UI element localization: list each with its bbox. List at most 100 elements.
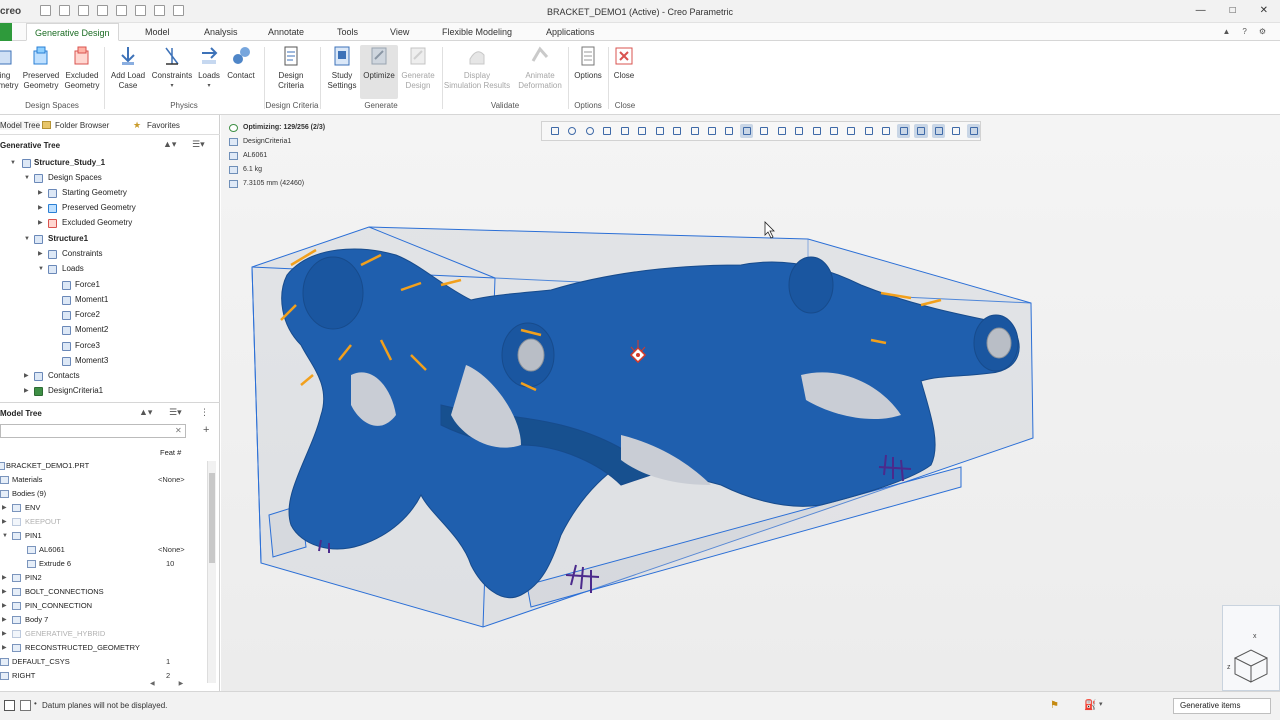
bracket-model[interactable]	[221, 115, 1280, 691]
tab-applications[interactable]: Applications	[538, 23, 603, 41]
tab-model-tree[interactable]: Model Tree	[0, 121, 41, 130]
ribbon-collapse-icon[interactable]: ▲	[1222, 27, 1230, 36]
model-tree-row[interactable]: BRACKET_DEMO1.PRT	[0, 459, 208, 473]
message-log-icon[interactable]	[4, 700, 15, 711]
model-tree-settings-icon[interactable]: ☰▾	[169, 407, 182, 418]
ribbon: ing ometry Preserved Geometry Excluded G…	[0, 41, 1280, 115]
tab-view[interactable]: View	[382, 23, 417, 41]
selection-filter-dropdown-icon[interactable]: ▾	[1099, 700, 1103, 708]
model-tree-row[interactable]: ▶ KEEPOUT	[0, 515, 208, 529]
feat-number-column-header[interactable]: Feat #	[160, 448, 181, 457]
design-criteria-icon	[34, 387, 43, 396]
body-icon	[12, 588, 21, 596]
close-button[interactable]: Close	[610, 45, 638, 81]
bullet-icon: •	[34, 699, 37, 708]
preserved-geometry-button[interactable]: Preserved Geometry	[20, 45, 62, 91]
tab-tools[interactable]: Tools	[329, 23, 366, 41]
starting-geometry-icon	[48, 189, 57, 198]
tab-favorites[interactable]: Favorites	[147, 121, 180, 130]
add-column-icon[interactable]: +	[203, 424, 209, 436]
tree-settings-icon[interactable]: ☰▾	[192, 139, 205, 150]
add-load-case-button[interactable]: Add Load Case	[108, 45, 148, 91]
group-validate: Validate	[490, 101, 520, 110]
body-icon	[12, 616, 21, 624]
row-label: Materials	[12, 475, 43, 484]
group-options: Options	[574, 101, 602, 110]
maximize-icon[interactable]: □	[1230, 5, 1236, 16]
model-tree-row[interactable]: ▼Bodies (9)	[0, 487, 208, 501]
loads-dropdown-icon[interactable]: ▾	[196, 81, 222, 91]
left-panel: Model Tree Folder Browser ★ Favorites Ge…	[0, 115, 220, 691]
model-tree-row[interactable]: ▶ PIN2	[0, 571, 208, 585]
model-tree-row[interactable]: ▶ RECONSTRUCTED_GEOMETRY	[0, 641, 208, 655]
tab-annotate[interactable]: Annotate	[260, 23, 312, 41]
minimize-icon[interactable]: —	[1196, 5, 1206, 16]
optimize-button[interactable]: Optimize	[360, 45, 398, 99]
selection-filter-icon[interactable]: ⛽	[1084, 700, 1096, 711]
model-tree-columns-icon[interactable]: ⋮	[200, 407, 209, 418]
tree-filters-icon[interactable]: ▲▾	[163, 139, 176, 150]
model-tree-row[interactable]: ▼ PIN1	[0, 529, 208, 543]
tab-file[interactable]	[0, 23, 12, 41]
generative-tree-heading: Generative Tree	[0, 141, 61, 150]
excluded-geometry-button[interactable]: Excluded Geometry	[62, 45, 102, 91]
model-tree-row[interactable]: DEFAULT_CSYS 1	[0, 655, 208, 669]
loads-folder-icon	[48, 265, 57, 274]
help-icon[interactable]: ?	[1242, 27, 1246, 36]
model-tree-row[interactable]: ▶ Body 7	[0, 613, 208, 627]
model-tree-row[interactable]: AL6061 <None>	[0, 543, 208, 557]
model-tree-row[interactable]: ▶ GENERATIVE_HYBRID	[0, 627, 208, 641]
model-tree-horizontal-scrollbar[interactable]: ◀ ▶	[150, 680, 210, 688]
constraints-label: Constraints	[151, 71, 193, 80]
model-tree-row[interactable]: Extrude 6 10	[0, 557, 208, 571]
close-x-icon	[614, 45, 634, 67]
model-tree-row[interactable]: ▶ BOLT_CONNECTIONS	[0, 585, 208, 599]
design-spaces-icon	[34, 174, 43, 183]
display-simulation-results-button[interactable]: Display Simulation Results	[442, 45, 512, 91]
clear-search-icon[interactable]: ✕	[175, 426, 182, 435]
ribbon-tabs: Generative Design Model Analysis Annotat…	[0, 23, 1280, 41]
generate-design-icon	[408, 45, 428, 67]
row-value: 10	[166, 559, 175, 568]
notification-flag-icon[interactable]: ⚑	[1050, 700, 1061, 711]
options-button[interactable]: Options	[572, 45, 604, 81]
tree-label: Moment2	[75, 325, 109, 334]
starting-geometry-button[interactable]: ing ometry	[0, 45, 18, 91]
svg-text:z: z	[1227, 664, 1231, 671]
view-orientation-cube[interactable]: x z	[1222, 605, 1280, 691]
tree-label: Force1	[75, 280, 100, 289]
animate-deformation-button[interactable]: Animate Deformation	[514, 45, 566, 91]
tab-analysis[interactable]: Analysis	[196, 23, 246, 41]
generate-design-label: Generate Design	[401, 71, 435, 90]
model-tree-row[interactable]: ▶ PIN_CONNECTION	[0, 599, 208, 613]
constraints-button[interactable]: Constraints ▾	[150, 45, 194, 91]
design-criteria-button[interactable]: Design Criteria	[268, 45, 314, 91]
force-icon	[62, 342, 71, 351]
tab-folder-browser[interactable]: Folder Browser	[55, 121, 109, 130]
selection-filter-dropdown[interactable]: Generative items	[1173, 698, 1271, 714]
study-settings-button[interactable]: Study Settings	[324, 45, 360, 91]
preserved-geometry-label: Preserved Geometry	[22, 71, 60, 90]
settings-icon[interactable]: ⚙	[1259, 27, 1266, 36]
model-tree-row[interactable]: Materials <None>	[0, 473, 208, 487]
contact-button[interactable]: Contact	[224, 45, 258, 81]
model-tree-search-input[interactable]	[0, 424, 186, 438]
row-value: <None>	[158, 545, 185, 554]
graphics-toggle-icon[interactable]	[20, 700, 31, 711]
model-tree-vertical-scrollbar[interactable]	[207, 461, 216, 683]
tab-flexible-modeling[interactable]: Flexible Modeling	[434, 23, 520, 41]
options-icon	[578, 45, 598, 67]
tab-generative-design[interactable]: Generative Design	[26, 23, 119, 41]
model-tree-filters-icon[interactable]: ▲▾	[139, 407, 152, 418]
graphics-viewport[interactable]: Optimizing: 129/256 (2/3) DesignCriteria…	[221, 115, 1280, 691]
extrude-icon	[27, 560, 36, 568]
constraints-dropdown-icon[interactable]: ▾	[150, 81, 194, 91]
contact-icon	[231, 45, 251, 67]
loads-button[interactable]: Loads ▾	[196, 45, 222, 91]
body-icon	[12, 644, 21, 652]
add-load-case-label: Add Load Case	[110, 71, 146, 90]
model-tree-row[interactable]: ▶ ENV	[0, 501, 208, 515]
close-icon[interactable]: ✕	[1260, 5, 1268, 16]
generate-design-button[interactable]: Generate Design	[398, 45, 438, 91]
tab-model[interactable]: Model	[137, 23, 178, 41]
